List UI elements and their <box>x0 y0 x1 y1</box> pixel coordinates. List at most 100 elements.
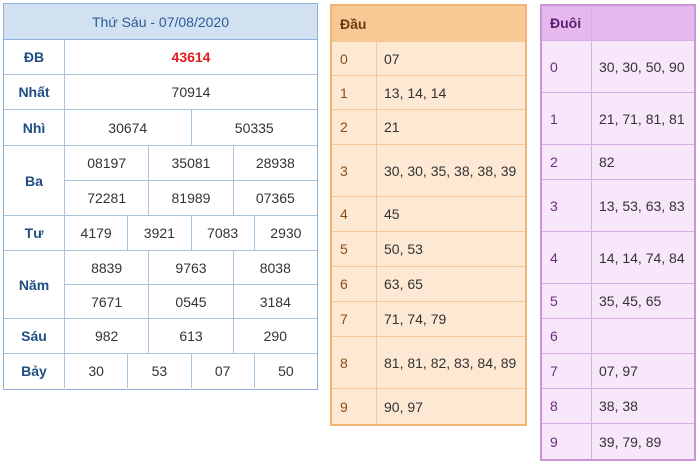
prize-number: 8839 <box>91 259 123 276</box>
prize-label: Nhì <box>4 110 65 145</box>
prize-label: Ba <box>4 146 65 215</box>
prize-number: 0545 <box>148 285 232 318</box>
head-row: 1 13, 14, 14 <box>332 76 525 110</box>
prize-number: 7671 <box>91 293 123 310</box>
prize-number: 982 <box>94 328 119 344</box>
head-digit: 0 <box>332 42 377 75</box>
prize-number: 290 <box>232 319 317 353</box>
head-numbers: 71, 74, 79 <box>384 311 447 327</box>
prize-row-nam: Năm 8839 9763 8038 7671 0545 3184 <box>4 251 317 319</box>
head-row: 4 45 <box>332 197 525 232</box>
prize-number: 28938 <box>232 146 317 180</box>
tail-table-header: Đuôi <box>542 6 694 41</box>
prize-row-tu: Tư 4179 3921 7083 2930 <box>4 216 317 251</box>
head-numbers: 30, 30, 35, 38, 38, 39 <box>384 162 517 179</box>
prize-number: 81989 <box>148 181 232 215</box>
head-numbers: 13, 14, 14 <box>384 84 447 101</box>
prize-number: 50 <box>253 354 317 388</box>
head-numbers: 81, 81, 82, 83, 84, 89 <box>384 354 517 371</box>
head-numbers: 45 <box>384 206 400 222</box>
prize-row-bay: Bảy 30 53 07 50 <box>4 354 317 388</box>
tail-digit: 2 <box>542 145 592 179</box>
prize-number: 35081 <box>148 146 232 180</box>
head-digit: 6 <box>332 267 377 301</box>
head-table-title: Đầu <box>332 6 377 41</box>
prize-label: Tư <box>4 216 65 250</box>
lottery-results-table: Thứ Sáu - 07/08/2020 ĐB 43614 Nhất 70914… <box>3 3 318 390</box>
tail-numbers: 35, 45, 65 <box>599 293 662 309</box>
tail-digit: 7 <box>542 354 592 388</box>
prize-label: Năm <box>4 251 65 318</box>
tail-table-title: Đuôi <box>542 6 592 40</box>
prize-label: Nhất <box>4 75 65 109</box>
prize-number: 07365 <box>232 181 317 215</box>
prize-number: 3921 <box>127 216 190 250</box>
head-table-header: Đầu <box>332 6 525 42</box>
tail-digit: 9 <box>542 424 592 459</box>
prize-number: 70914 <box>171 84 211 100</box>
prize-number: 9763 <box>148 251 232 284</box>
tail-digit: 8 <box>542 389 592 423</box>
tail-digit: 3 <box>542 180 592 231</box>
tail-row: 4 14, 14, 74, 84 <box>542 232 694 284</box>
tail-row: 5 35, 45, 65 <box>542 284 694 319</box>
head-row: 8 81, 81, 82, 83, 84, 89 <box>332 337 525 389</box>
prize-number: 2930 <box>253 216 317 250</box>
prize-row-nhat: Nhất 70914 <box>4 75 317 110</box>
prize-number: 3184 <box>232 285 317 318</box>
prize-number: 7083 <box>190 216 254 250</box>
tail-row: 2 82 <box>542 145 694 180</box>
head-row: 3 30, 30, 35, 38, 38, 39 <box>332 145 525 197</box>
prize-number: 8038 <box>232 251 317 284</box>
tail-digit-table: Đuôi 0 30, 30, 50, 90 1 21, 71, 81, 81 2… <box>540 4 696 461</box>
tail-digit: 6 <box>542 319 592 353</box>
head-row: 2 21 <box>332 110 525 145</box>
tail-numbers: 07, 97 <box>599 363 638 379</box>
tail-digit: 0 <box>542 41 592 92</box>
head-numbers: 90, 97 <box>384 398 423 415</box>
tail-row: 7 07, 97 <box>542 354 694 389</box>
tail-numbers: 13, 53, 63, 83 <box>599 197 685 214</box>
tail-row: 9 39, 79, 89 <box>542 424 694 459</box>
prize-row-nhi: Nhì 30674 50335 <box>4 110 317 146</box>
prize-number: 50335 <box>190 110 318 145</box>
prize-number: 72281 <box>87 190 127 206</box>
prize-label: ĐB <box>4 40 65 74</box>
prize-number: 07 <box>190 354 254 388</box>
head-numbers: 21 <box>384 119 400 135</box>
tail-numbers <box>592 319 694 353</box>
tail-digit: 5 <box>542 284 592 318</box>
tail-numbers: 14, 14, 74, 84 <box>599 249 685 266</box>
tail-row: 1 21, 71, 81, 81 <box>542 93 694 145</box>
head-row: 5 50, 53 <box>332 232 525 267</box>
prize-number: 53 <box>127 354 190 388</box>
prize-label: Sáu <box>4 319 65 353</box>
head-digit: 7 <box>332 302 377 336</box>
head-digit: 4 <box>332 197 377 231</box>
prize-label: Bảy <box>4 354 65 388</box>
prize-row-sau: Sáu 982 613 290 <box>4 319 317 354</box>
prize-number: 08197 <box>87 155 127 171</box>
head-digit: 8 <box>332 337 377 388</box>
head-row: 6 63, 65 <box>332 267 525 302</box>
tail-row: 6 <box>542 319 694 354</box>
tail-numbers: 82 <box>599 154 615 170</box>
head-digit: 3 <box>332 145 377 196</box>
tail-digit: 4 <box>542 232 592 283</box>
prize-number: 30674 <box>108 119 148 136</box>
tail-row: 8 38, 38 <box>542 389 694 424</box>
head-digit: 9 <box>332 389 377 424</box>
head-numbers: 50, 53 <box>384 241 423 257</box>
head-digit: 5 <box>332 232 377 266</box>
tail-row: 3 13, 53, 63, 83 <box>542 180 694 232</box>
prize-number: 30 <box>88 363 104 379</box>
tail-numbers: 30, 30, 50, 90 <box>599 58 685 75</box>
head-numbers: 07 <box>384 50 400 67</box>
prize-number: 4179 <box>80 225 112 241</box>
prize-row-db: ĐB 43614 <box>4 40 317 75</box>
special-prize-number: 43614 <box>171 49 211 65</box>
head-row: 7 71, 74, 79 <box>332 302 525 337</box>
tail-numbers: 21, 71, 81, 81 <box>599 110 685 127</box>
head-numbers: 63, 65 <box>384 276 423 292</box>
results-date-title: Thứ Sáu - 07/08/2020 <box>4 4 317 40</box>
